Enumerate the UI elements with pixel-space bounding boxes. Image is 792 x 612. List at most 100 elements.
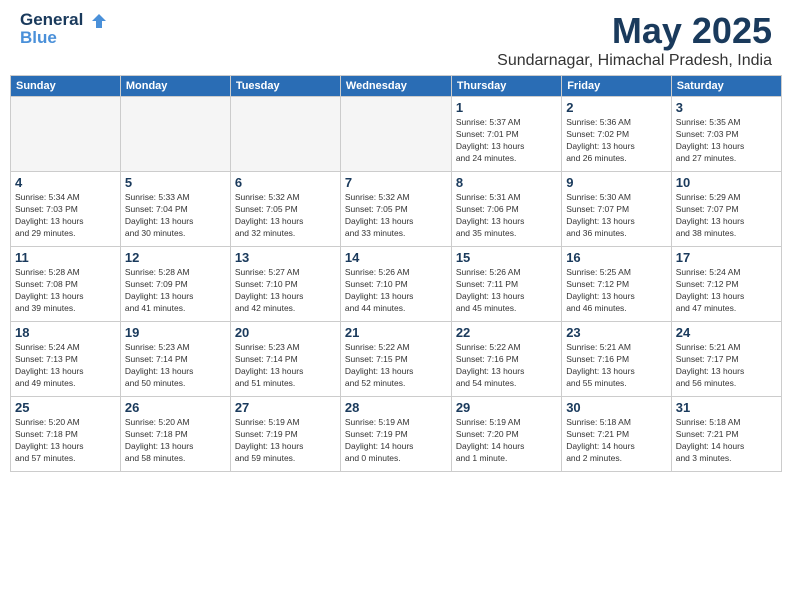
day-number: 17	[676, 250, 777, 265]
calendar-week-row-1: 1 Sunrise: 5:37 AMSunset: 7:01 PMDaylight…	[11, 97, 782, 172]
day-info: Sunrise: 5:27 AMSunset: 7:10 PMDaylight:…	[235, 267, 336, 315]
day-number: 3	[676, 100, 777, 115]
day-info: Sunrise: 5:24 AMSunset: 7:12 PMDaylight:…	[676, 267, 777, 315]
day-info: Sunrise: 5:28 AMSunset: 7:09 PMDaylight:…	[125, 267, 226, 315]
day-info: Sunrise: 5:32 AMSunset: 7:05 PMDaylight:…	[345, 192, 447, 240]
day-number: 2	[566, 100, 667, 115]
day-number: 30	[566, 400, 667, 415]
calendar-cell: 3 Sunrise: 5:35 AMSunset: 7:03 PMDaylight…	[671, 97, 781, 172]
header: General Blue May 2025 Sundarnagar, Himac…	[0, 0, 792, 75]
day-info: Sunrise: 5:21 AMSunset: 7:16 PMDaylight:…	[566, 342, 667, 390]
day-number: 11	[15, 250, 116, 265]
calendar-cell: 15 Sunrise: 5:26 AMSunset: 7:11 PMDayligh…	[451, 247, 561, 322]
calendar-week-row-4: 18 Sunrise: 5:24 AMSunset: 7:13 PMDayligh…	[11, 322, 782, 397]
logo-text: General Blue	[20, 10, 108, 49]
day-info: Sunrise: 5:21 AMSunset: 7:17 PMDaylight:…	[676, 342, 777, 390]
calendar-cell: 28 Sunrise: 5:19 AMSunset: 7:19 PMDayligh…	[340, 397, 451, 472]
day-info: Sunrise: 5:26 AMSunset: 7:11 PMDaylight:…	[456, 267, 557, 315]
day-number: 15	[456, 250, 557, 265]
day-info: Sunrise: 5:29 AMSunset: 7:07 PMDaylight:…	[676, 192, 777, 240]
calendar-cell: 17 Sunrise: 5:24 AMSunset: 7:12 PMDayligh…	[671, 247, 781, 322]
calendar-week-row-3: 11 Sunrise: 5:28 AMSunset: 7:08 PMDayligh…	[11, 247, 782, 322]
day-number: 21	[345, 325, 447, 340]
col-saturday: Saturday	[671, 76, 781, 97]
day-info: Sunrise: 5:22 AMSunset: 7:15 PMDaylight:…	[345, 342, 447, 390]
col-thursday: Thursday	[451, 76, 561, 97]
day-number: 19	[125, 325, 226, 340]
day-info: Sunrise: 5:24 AMSunset: 7:13 PMDaylight:…	[15, 342, 116, 390]
day-info: Sunrise: 5:19 AMSunset: 7:20 PMDaylight:…	[456, 417, 557, 465]
day-number: 12	[125, 250, 226, 265]
day-number: 9	[566, 175, 667, 190]
day-number: 29	[456, 400, 557, 415]
col-sunday: Sunday	[11, 76, 121, 97]
calendar-cell: 11 Sunrise: 5:28 AMSunset: 7:08 PMDayligh…	[11, 247, 121, 322]
day-number: 20	[235, 325, 336, 340]
day-info: Sunrise: 5:25 AMSunset: 7:12 PMDaylight:…	[566, 267, 667, 315]
day-info: Sunrise: 5:18 AMSunset: 7:21 PMDaylight:…	[676, 417, 777, 465]
calendar-cell: 9 Sunrise: 5:30 AMSunset: 7:07 PMDaylight…	[562, 172, 672, 247]
day-number: 26	[125, 400, 226, 415]
month-title: May 2025	[497, 10, 772, 52]
calendar-cell: 2 Sunrise: 5:36 AMSunset: 7:02 PMDaylight…	[562, 97, 672, 172]
calendar-cell: 5 Sunrise: 5:33 AMSunset: 7:04 PMDaylight…	[120, 172, 230, 247]
calendar-cell: 24 Sunrise: 5:21 AMSunset: 7:17 PMDayligh…	[671, 322, 781, 397]
day-info: Sunrise: 5:36 AMSunset: 7:02 PMDaylight:…	[566, 117, 667, 165]
day-info: Sunrise: 5:34 AMSunset: 7:03 PMDaylight:…	[15, 192, 116, 240]
page-container: General Blue May 2025 Sundarnagar, Himac…	[0, 0, 792, 472]
calendar-cell: 27Sunrise: 5:19 AMSunset: 7:19 PMDayligh…	[230, 397, 340, 472]
day-info: Sunrise: 5:31 AMSunset: 7:06 PMDaylight:…	[456, 192, 557, 240]
calendar-cell: 29 Sunrise: 5:19 AMSunset: 7:20 PMDayligh…	[451, 397, 561, 472]
day-info: Sunrise: 5:19 AMSunset: 7:19 PMDaylight:…	[345, 417, 447, 465]
day-number: 28	[345, 400, 447, 415]
calendar-cell: 19Sunrise: 5:23 AMSunset: 7:14 PMDayligh…	[120, 322, 230, 397]
day-number: 13	[235, 250, 336, 265]
day-number: 14	[345, 250, 447, 265]
day-info: Sunrise: 5:35 AMSunset: 7:03 PMDaylight:…	[676, 117, 777, 165]
day-info: Sunrise: 5:28 AMSunset: 7:08 PMDaylight:…	[15, 267, 116, 315]
calendar-week-row-2: 4 Sunrise: 5:34 AMSunset: 7:03 PMDaylight…	[11, 172, 782, 247]
day-number: 23	[566, 325, 667, 340]
calendar-cell: 12 Sunrise: 5:28 AMSunset: 7:09 PMDayligh…	[120, 247, 230, 322]
day-info: Sunrise: 5:22 AMSunset: 7:16 PMDaylight:…	[456, 342, 557, 390]
day-info: Sunrise: 5:18 AMSunset: 7:21 PMDaylight:…	[566, 417, 667, 465]
day-number: 24	[676, 325, 777, 340]
day-number: 25	[15, 400, 116, 415]
day-info: Sunrise: 5:30 AMSunset: 7:07 PMDaylight:…	[566, 192, 667, 240]
day-info: Sunrise: 5:32 AMSunset: 7:05 PMDaylight:…	[235, 192, 336, 240]
calendar-cell: 7 Sunrise: 5:32 AMSunset: 7:05 PMDaylight…	[340, 172, 451, 247]
calendar-cell: 26Sunrise: 5:20 AMSunset: 7:18 PMDayligh…	[120, 397, 230, 472]
day-number: 10	[676, 175, 777, 190]
day-number: 6	[235, 175, 336, 190]
calendar-cell: 25 Sunrise: 5:20 AMSunset: 7:18 PMDayligh…	[11, 397, 121, 472]
day-number: 31	[676, 400, 777, 415]
calendar-cell: 20 Sunrise: 5:23 AMSunset: 7:14 PMDayligh…	[230, 322, 340, 397]
col-tuesday: Tuesday	[230, 76, 340, 97]
day-number: 5	[125, 175, 226, 190]
calendar-cell	[120, 97, 230, 172]
day-info: Sunrise: 5:26 AMSunset: 7:10 PMDaylight:…	[345, 267, 447, 315]
day-info: Sunrise: 5:33 AMSunset: 7:04 PMDaylight:…	[125, 192, 226, 240]
calendar-cell: 8 Sunrise: 5:31 AMSunset: 7:06 PMDaylight…	[451, 172, 561, 247]
day-number: 22	[456, 325, 557, 340]
day-number: 16	[566, 250, 667, 265]
day-number: 18	[15, 325, 116, 340]
day-number: 4	[15, 175, 116, 190]
calendar-cell: 21 Sunrise: 5:22 AMSunset: 7:15 PMDayligh…	[340, 322, 451, 397]
calendar-cell: 30 Sunrise: 5:18 AMSunset: 7:21 PMDayligh…	[562, 397, 672, 472]
day-info: Sunrise: 5:23 AMSunset: 7:14 PMDaylight:…	[235, 342, 336, 390]
calendar-table: Sunday Monday Tuesday Wednesday Thursday…	[10, 75, 782, 472]
day-number: 8	[456, 175, 557, 190]
calendar-cell: 6 Sunrise: 5:32 AMSunset: 7:05 PMDaylight…	[230, 172, 340, 247]
location: Sundarnagar, Himachal Pradesh, India	[497, 52, 772, 70]
day-number: 7	[345, 175, 447, 190]
day-info: Sunrise: 5:37 AMSunset: 7:01 PMDaylight:…	[456, 117, 557, 165]
calendar-week-row-5: 25 Sunrise: 5:20 AMSunset: 7:18 PMDayligh…	[11, 397, 782, 472]
calendar-cell: 10 Sunrise: 5:29 AMSunset: 7:07 PMDayligh…	[671, 172, 781, 247]
col-monday: Monday	[120, 76, 230, 97]
day-number: 1	[456, 100, 557, 115]
title-block: May 2025 Sundarnagar, Himachal Pradesh, …	[497, 10, 772, 70]
calendar-cell: 14 Sunrise: 5:26 AMSunset: 7:10 PMDayligh…	[340, 247, 451, 322]
day-info: Sunrise: 5:20 AMSunset: 7:18 PMDaylight:…	[15, 417, 116, 465]
col-friday: Friday	[562, 76, 672, 97]
